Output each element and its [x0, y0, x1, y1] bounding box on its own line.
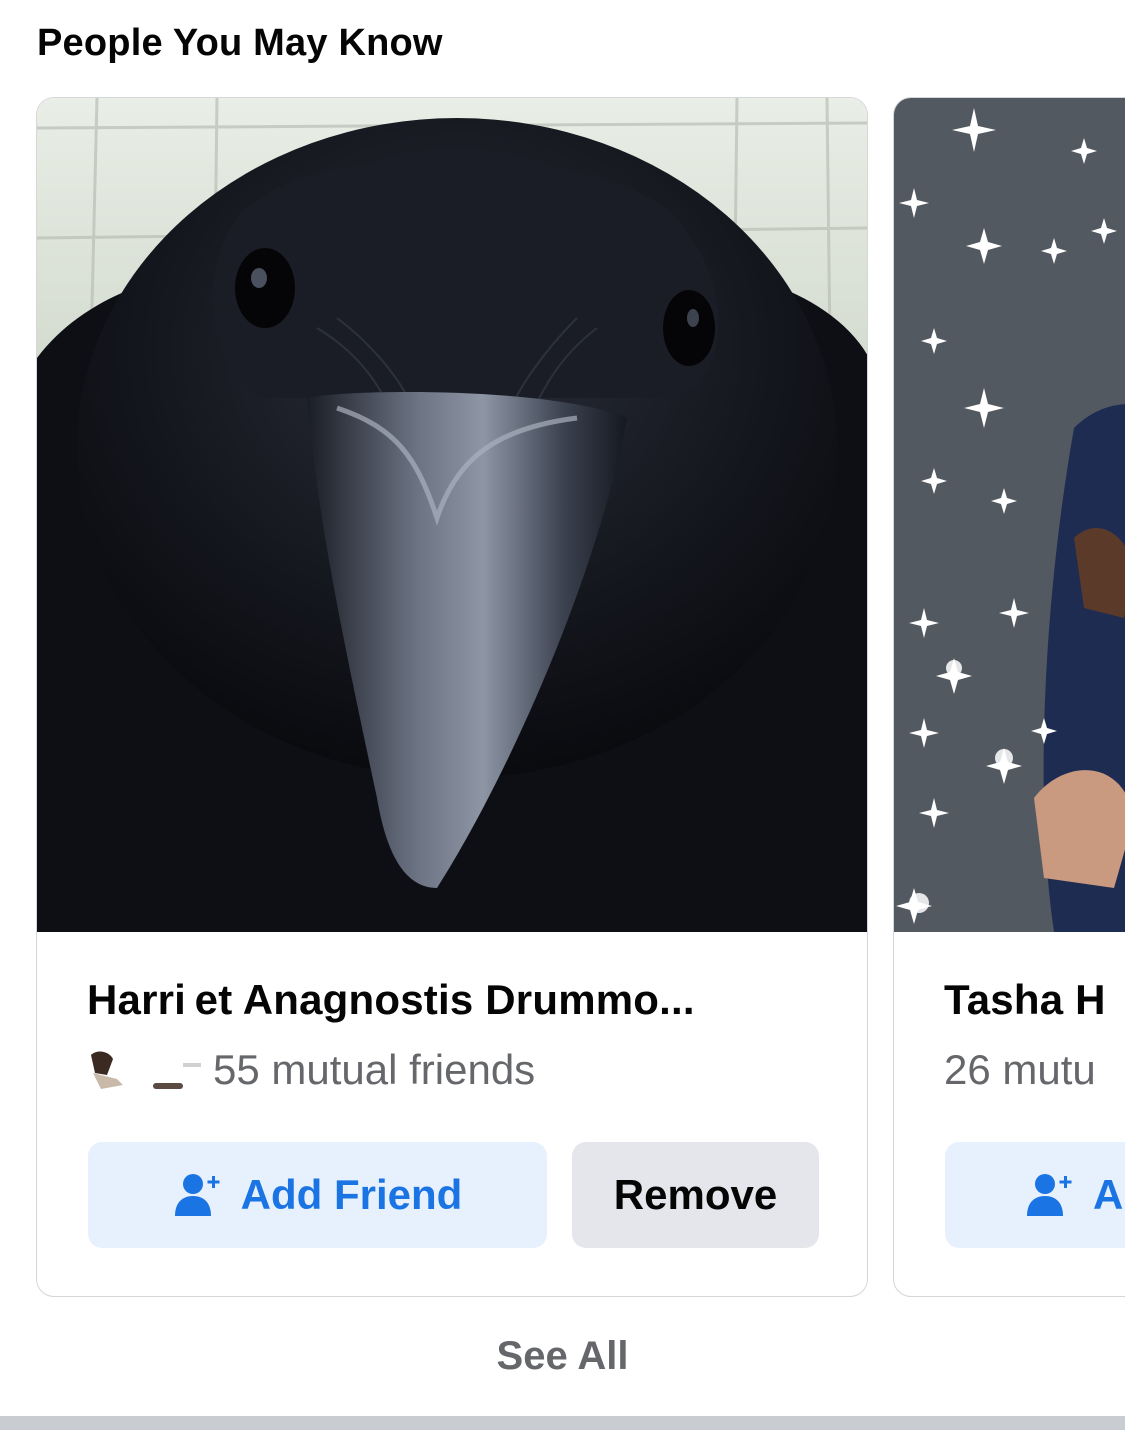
mutual-friend-avatars [87, 1045, 213, 1095]
people-carousel[interactable]: Harri et Anagnostis Drummo... 55 mutual … [0, 97, 1125, 1299]
add-friend-button[interactable]: A [945, 1142, 1125, 1248]
add-friend-label: Add Friend [240, 1171, 463, 1218]
mutual-friends-count: 55 mutual friends [213, 1046, 536, 1093]
profile-photo[interactable] [894, 98, 1125, 932]
remove-button[interactable]: Remove [572, 1142, 819, 1248]
add-friend-icon [174, 1174, 220, 1216]
section-divider [0, 1416, 1125, 1430]
mutual-friends: 55 mutual friends [87, 1042, 535, 1098]
person-card[interactable]: Tasha H 26 mutu A [893, 97, 1125, 1297]
see-all-link[interactable]: See All [0, 1334, 1125, 1379]
add-friend-button[interactable]: Add Friend [88, 1142, 547, 1248]
person-name[interactable]: Tasha H [944, 976, 1106, 1024]
mutual-friends: 26 mutu [944, 1042, 1096, 1098]
section-title: People You May Know [37, 22, 443, 64]
add-friend-label: A [1093, 1171, 1124, 1218]
person-name[interactable]: Harri et Anagnostis Drummo... [87, 976, 695, 1024]
add-friend-icon [1027, 1174, 1072, 1216]
profile-photo[interactable] [37, 98, 867, 932]
person-card[interactable]: Harri et Anagnostis Drummo... 55 mutual … [36, 97, 868, 1297]
remove-label: Remove [613, 1171, 778, 1218]
mutual-friends-count: 26 mutu [944, 1046, 1096, 1093]
